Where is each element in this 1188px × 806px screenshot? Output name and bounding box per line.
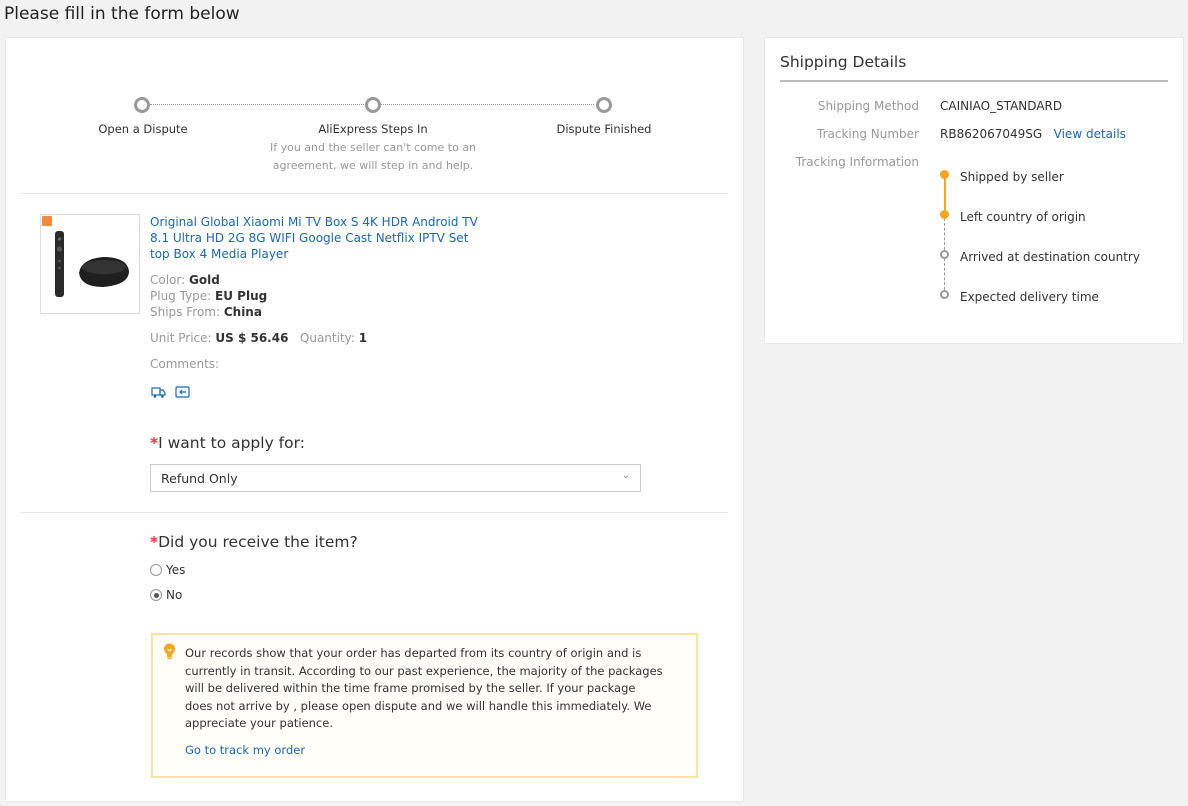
title-underline xyxy=(780,80,1168,82)
divider xyxy=(20,512,728,513)
view-details-link[interactable]: View details xyxy=(1054,127,1126,141)
product-image[interactable] xyxy=(40,214,140,314)
shipping-details-panel: Shipping Details Shipping Method CAINIAO… xyxy=(764,37,1184,344)
comments-label: Comments: xyxy=(150,357,220,371)
product-price-row: Unit Price: US $ 56.46 Quantity: 1 xyxy=(150,331,368,345)
product-title-link[interactable]: Original Global Xiaomi Mi TV Box S 4K HD… xyxy=(150,214,480,262)
notice-text: Our records show that your order has dep… xyxy=(185,646,663,731)
radio-no-option[interactable]: No xyxy=(150,588,182,602)
radio-no-label: No xyxy=(166,588,183,602)
page-title: Please fill in the form below xyxy=(4,4,240,24)
tv-box-image xyxy=(55,231,129,297)
tracking-number-label: Tracking Number xyxy=(817,127,919,141)
product-plug-type: Plug Type: EU Plug xyxy=(150,289,268,303)
step-2-label: AliExpress Steps In xyxy=(318,122,428,136)
timeline-node-pending xyxy=(940,290,949,299)
transit-notice: Our records show that your order has dep… xyxy=(151,633,698,778)
radio-yes-label: Yes xyxy=(166,563,186,577)
product-ships-from: Ships From: China xyxy=(150,305,262,319)
step-3-dot xyxy=(596,97,612,113)
tracking-number-value: RB862067049SG xyxy=(940,127,1043,141)
timeline-connector-pending xyxy=(944,218,945,250)
step-connector xyxy=(380,104,594,105)
received-item-label: *Did you receive the item? xyxy=(150,533,358,551)
chevron-down-icon: ⌄ xyxy=(621,470,630,481)
divider xyxy=(20,193,728,194)
shipping-truck-icon[interactable] xyxy=(151,385,166,399)
timeline-node-done xyxy=(940,210,949,219)
apply-for-label: *I want to apply for: xyxy=(150,434,305,452)
radio-yes[interactable] xyxy=(150,564,162,576)
step-2-description: If you and the seller can't come to an a… xyxy=(269,141,477,172)
shipping-details-title: Shipping Details xyxy=(780,53,907,71)
product-color: Color: Gold xyxy=(150,273,220,287)
lightbulb-icon xyxy=(164,643,175,659)
radio-yes-option[interactable]: Yes xyxy=(150,563,185,577)
timeline-label: Expected delivery time xyxy=(960,290,1099,304)
step-1-label: Open a Dispute xyxy=(98,122,188,136)
radio-no[interactable] xyxy=(150,589,162,601)
apply-for-select[interactable]: Refund Only ⌄ xyxy=(150,464,641,492)
timeline-node-pending xyxy=(940,250,949,259)
timeline-node-done xyxy=(940,170,949,179)
shipping-method-label: Shipping Method xyxy=(817,99,919,113)
timeline-connector-pending xyxy=(944,258,945,290)
tracking-number-row: RB862067049SG View details xyxy=(940,127,1126,141)
return-box-icon[interactable] xyxy=(175,385,190,399)
product-badge-icon xyxy=(42,216,52,226)
timeline-label: Left country of origin xyxy=(960,210,1086,224)
dispute-steps: Open a Dispute AliExpress Steps In If yo… xyxy=(6,38,745,198)
tracking-info-label: Tracking Information xyxy=(795,155,919,169)
step-connector xyxy=(150,104,364,105)
step-3-label: Dispute Finished xyxy=(556,122,652,136)
shipping-method-value: CAINIAO_STANDARD xyxy=(940,99,1063,113)
step-1-dot xyxy=(134,97,150,113)
timeline-connector-done xyxy=(944,174,946,214)
timeline-label: Arrived at destination country xyxy=(960,250,1140,264)
dispute-form-panel: Open a Dispute AliExpress Steps In If yo… xyxy=(5,37,744,802)
track-order-link[interactable]: Go to track my order xyxy=(185,743,305,757)
timeline-label: Shipped by seller xyxy=(960,170,1064,184)
step-2-dot xyxy=(365,97,381,113)
